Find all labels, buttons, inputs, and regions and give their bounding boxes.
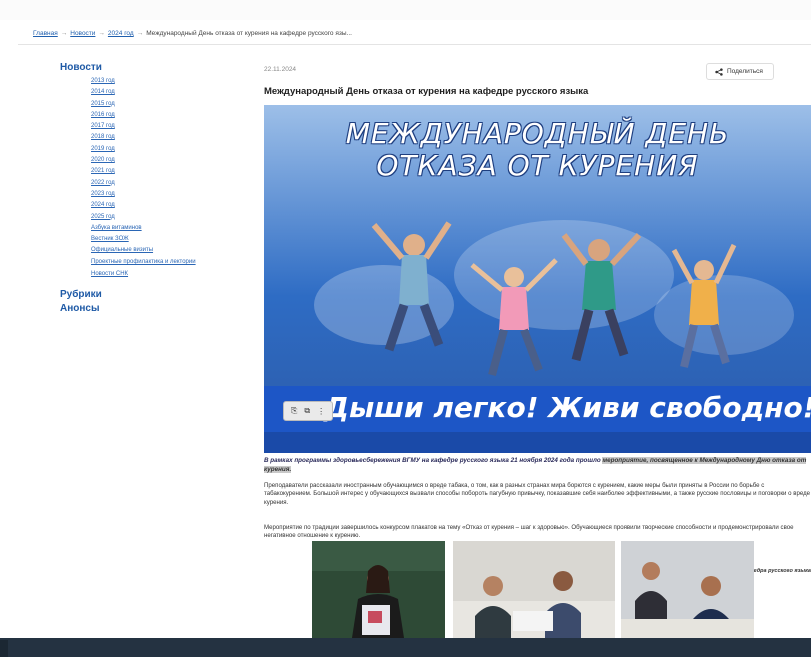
sidebar-item-2014[interactable]: 2014 год [91, 87, 240, 98]
share-button[interactable]: Поделиться [706, 63, 774, 80]
article-paragraph-2: Мероприятие по традиции завершилось конк… [264, 524, 794, 540]
sidebar-item-visits[interactable]: Официальные визиты [91, 245, 240, 256]
footer-left-bar [0, 640, 8, 657]
sidebar-item-2013[interactable]: 2013 год [91, 76, 240, 87]
gallery-photo-3[interactable] [621, 541, 754, 638]
article-paragraph-1: Преподаватели рассказали иностранным обу… [264, 482, 811, 506]
sidebar-item-2017[interactable]: 2017 год [91, 121, 240, 132]
sidebar-item-snk[interactable]: Новости СНК [91, 269, 240, 280]
breadcrumb-news[interactable]: Новости [70, 30, 95, 37]
copy-icon[interactable]: ⎘ [291, 406, 297, 416]
article-date: 22.11.2024 [264, 66, 297, 73]
page-footer [0, 638, 811, 657]
photo-students-at-table [621, 541, 754, 638]
sidebar-item-2019[interactable]: 2019 год [91, 144, 240, 155]
breadcrumb-separator: → [136, 30, 144, 37]
sidebar-item-2016[interactable]: 2016 год [91, 110, 240, 121]
share-label: Поделиться [727, 68, 763, 75]
photo-students-drawing [453, 541, 615, 638]
top-strip [0, 0, 811, 20]
sidebar-item-vitamins[interactable]: Азбука витаминов [91, 223, 240, 234]
sidebar-item-2023[interactable]: 2023 год [91, 189, 240, 200]
divider [18, 44, 811, 45]
gallery-photo-1[interactable] [312, 541, 445, 638]
article-title: Международный День отказа от курения на … [264, 86, 589, 97]
breadcrumb-current: Международный День отказа от курения на … [146, 30, 352, 37]
sidebar-news-list: 2013 год 2014 год 2015 год 2016 год 2017… [91, 76, 240, 280]
sidebar-item-2018[interactable]: 2018 год [91, 132, 240, 143]
breadcrumb-home[interactable]: Главная [33, 30, 58, 37]
duplicate-icon[interactable]: ⧉ [304, 406, 310, 416]
sidebar-item-2015[interactable]: 2015 год [91, 99, 240, 110]
breadcrumb: Главная → Новости → 2024 год → Международный Д… [33, 30, 352, 44]
banner-slogan: Дыши легко! Живи свободно! [324, 391, 811, 424]
more-icon[interactable]: ⋮ [317, 407, 325, 416]
sidebar-heading-news[interactable]: Новости [60, 62, 240, 73]
breadcrumb-separator: → [98, 30, 105, 37]
banner-bottom-band [264, 432, 811, 453]
lead-text: В рамках программы здоровьесбережения ВГ… [264, 457, 603, 464]
sidebar: Новости 2013 год 2014 год 2015 год 2016 … [60, 62, 240, 314]
sidebar-item-2022[interactable]: 2022 год [91, 178, 240, 189]
photo-student-with-poster [312, 541, 445, 638]
sidebar-heading-announcements[interactable]: Анонсы [60, 303, 240, 314]
share-icon [715, 67, 723, 76]
sidebar-item-2025[interactable]: 2025 год [91, 212, 240, 223]
gallery-photo-2[interactable] [453, 541, 615, 638]
sidebar-heading-rubrics[interactable]: Рубрики [60, 289, 240, 300]
sidebar-item-zozh[interactable]: Вестник ЗОЖ [91, 234, 240, 245]
sidebar-item-2020[interactable]: 2020 год [91, 155, 240, 166]
sidebar-item-projects[interactable]: Проектные профилактика и лектории [91, 257, 201, 269]
sidebar-item-2024[interactable]: 2024 год [91, 200, 240, 211]
image-toolbar: ⎘ ⧉ ⋮ [283, 401, 334, 421]
article-banner-image: МЕЖДУНАРОДНЫЙ ДЕНЬ ОТКАЗА ОТ КУРЕНИЯ Дыш… [264, 105, 811, 453]
sidebar-item-2021[interactable]: 2021 год [91, 166, 240, 177]
breadcrumb-year[interactable]: 2024 год [108, 30, 134, 37]
breadcrumb-separator: → [60, 30, 68, 37]
article-lead: В рамках программы здоровьесбережения ВГ… [264, 456, 811, 474]
